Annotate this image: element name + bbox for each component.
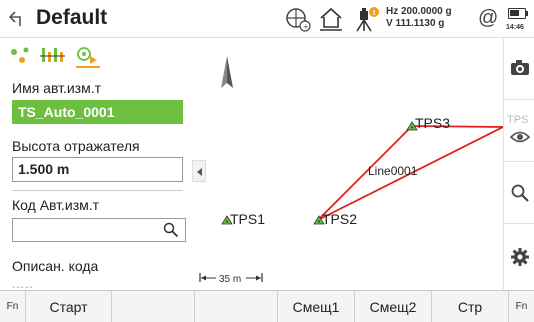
search-icon[interactable] [163,222,179,238]
softkey-empty-1[interactable] [112,291,195,322]
home-icon[interactable] [318,6,344,32]
collapse-panel-button[interactable] [192,160,206,182]
offset2-button[interactable]: Смещ2 [355,291,432,322]
softkey-bar: Fn Старт Смещ1 Смещ2 Стр Fn [0,290,534,322]
visibility-button[interactable]: TPS [504,100,534,162]
measure-mode-icons [11,47,100,68]
zoom-search-button[interactable] [504,162,534,224]
dots-mode-icon[interactable] [11,47,29,64]
page-button[interactable]: Стр [432,291,509,322]
left-panel: Имя авт.изм.т TS_Auto_0001 Высота отража… [0,38,192,293]
point-name-input[interactable]: TS_Auto_0001 [12,100,183,124]
gear-icon [511,248,529,266]
code-label: Код Авт.изм.т [12,197,100,213]
edge-point-label: TPS [507,114,529,126]
map-view[interactable]: TPS1 TPS2 TPS3 Line0001 35 m [192,38,503,290]
app-window: Default + ! Hz 200.0000 g V 111.1130 g @ [0,0,534,322]
magnifier-icon [511,184,529,202]
svg-text:+: + [303,23,309,31]
code-description-label: Описан. кода [12,258,99,274]
svg-text:!: ! [373,9,376,17]
at-icon[interactable]: @ [478,6,498,30]
code-input[interactable] [12,218,186,242]
point-name-label: Имя авт.изм.т [12,80,101,96]
instrument-warning-icon[interactable]: ! [352,5,380,33]
point-label-tps1: TPS1 [230,211,265,227]
point-label-tps2: TPS2 [322,211,357,227]
hz-angle-readout: Hz 200.0000 g [386,6,452,17]
start-button[interactable]: Старт [26,291,112,322]
settings-button[interactable] [504,224,534,290]
auto-measure-play-icon[interactable] [76,47,100,68]
divider [12,190,183,191]
north-arrow-icon [221,56,233,88]
camera-button[interactable] [504,38,534,100]
fn-left-button[interactable]: Fn [0,291,26,322]
reflector-height-input[interactable]: 1.500 m [12,157,183,182]
battery-icon [508,8,526,19]
clock-text: 14:46 [506,24,524,31]
right-toolbar: TPS [503,38,534,290]
offset1-button[interactable]: Смещ1 [278,291,355,322]
softkey-empty-2[interactable] [195,291,278,322]
page-title: Default [36,6,108,29]
fence-mode-icon[interactable] [40,48,65,62]
camera-icon [511,60,529,75]
point-label-tps3: TPS3 [415,115,450,131]
target-icon[interactable]: + [284,6,312,32]
map-canvas: TPS1 TPS2 TPS3 Line0001 35 m [199,56,503,285]
eye-icon [510,131,530,143]
fn-right-button[interactable]: Fn [509,291,534,322]
chevron-left-icon [197,168,202,176]
v-angle-readout: V 111.1130 g [386,18,445,29]
reflector-height-label: Высота отражателя [12,138,140,154]
scale-bar-label: 35 m [219,274,241,285]
back-icon[interactable] [6,8,28,30]
line-label: Line0001 [368,164,418,178]
scale-bar: 35 m [199,273,263,285]
battery-terminal [526,11,528,16]
header-bar: Default + ! Hz 200.0000 g V 111.1130 g @ [0,0,534,38]
